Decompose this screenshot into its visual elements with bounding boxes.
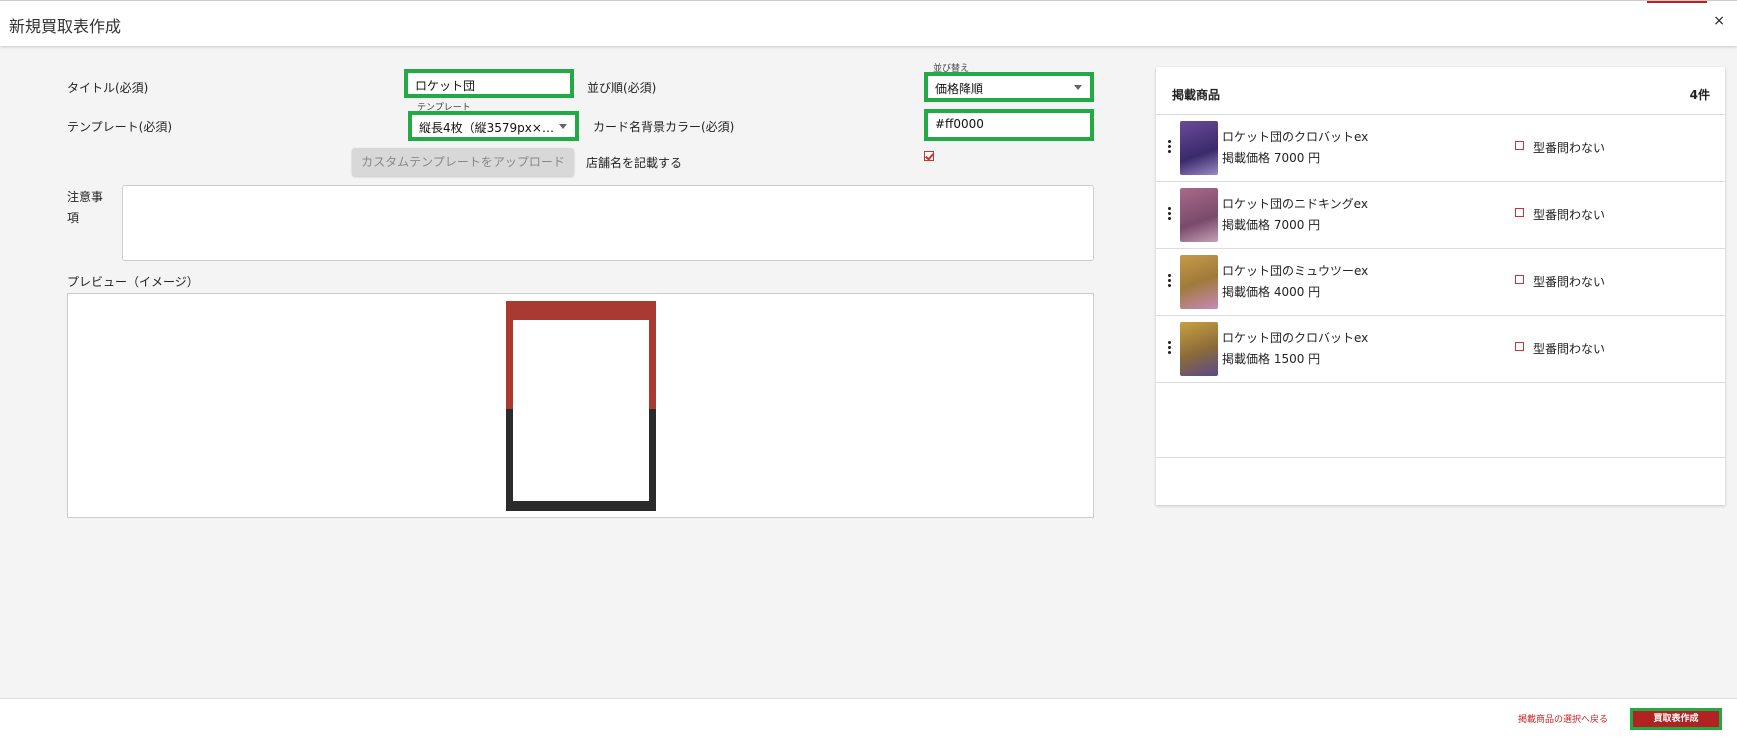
item-price: 掲載価格 7000 円 <box>1222 218 1321 232</box>
list-item: ロケット団のクロバットex 掲載価格 1500 円 型番問わない <box>1156 315 1725 382</box>
any-model-label: 型番問わない <box>1533 208 1606 222</box>
store-name-checkbox[interactable] <box>924 151 934 161</box>
any-model-label: 型番問わない <box>1533 275 1606 289</box>
notes-label-line2: 項 <box>67 211 80 225</box>
back-to-selection-link[interactable]: 掲載商品の選択へ戻る <box>1518 712 1608 725</box>
title-input-value: ロケット団 <box>415 79 476 93</box>
any-model-checkbox[interactable] <box>1515 275 1524 284</box>
item-price: 掲載価格 1500 円 <box>1222 352 1321 366</box>
panel-count: 4件 <box>1689 88 1710 102</box>
drag-handle-icon[interactable] <box>1168 341 1171 355</box>
any-model-checkbox[interactable] <box>1515 342 1524 351</box>
list-item: ロケット団のミュウツーex 掲載価格 4000 円 型番問わない <box>1156 248 1725 315</box>
store-name-label: 店舗名を記載する <box>586 156 683 170</box>
item-price: 掲載価格 4000 円 <box>1222 285 1321 299</box>
notes-textarea[interactable] <box>122 185 1094 261</box>
header-accent-line <box>1647 1 1707 3</box>
any-model-checkbox[interactable] <box>1515 208 1524 217</box>
upload-template-button[interactable]: カスタムテンプレートをアップロード <box>352 148 574 176</box>
bgcolor-label: カード名背景カラー(必須) <box>593 120 735 134</box>
bgcolor-input[interactable]: #ff0000 <box>924 109 1094 141</box>
list-item: ロケット団のニドキングex 掲載価格 7000 円 型番問わない <box>1156 181 1725 248</box>
sort-label: 並び順(必須) <box>587 81 657 95</box>
item-name: ロケット団のクロバットex <box>1222 331 1369 345</box>
any-model-label: 型番問わない <box>1533 141 1606 155</box>
title-input[interactable]: ロケット団 <box>404 69 574 98</box>
template-caption: テンプレート <box>417 103 471 113</box>
drag-handle-icon[interactable] <box>1168 140 1171 154</box>
any-model-label: 型番問わない <box>1533 342 1606 356</box>
panel-footer-divider <box>1156 457 1725 458</box>
dialog-title: 新規買取表作成 <box>9 17 122 36</box>
chevron-down-icon <box>1074 85 1082 90</box>
listed-products-panel: 掲載商品 4件 ロケット団のクロバットex 掲載価格 7000 円 型番問わない… <box>1156 67 1725 505</box>
chevron-down-icon <box>559 124 567 129</box>
item-name: ロケット団のニドキングex <box>1222 197 1368 211</box>
item-name: ロケット団のミュウツーex <box>1222 264 1369 278</box>
sort-caption: 並び替え <box>933 64 970 74</box>
notes-label-line1: 注意事 <box>67 190 104 204</box>
card-thumbnail <box>1180 121 1218 175</box>
item-price: 掲載価格 7000 円 <box>1222 151 1321 165</box>
close-icon[interactable]: × <box>1713 13 1725 29</box>
bgcolor-input-value: #ff0000 <box>935 117 984 131</box>
dialog-footer: 掲載商品の選択へ戻る 買取表作成 <box>0 698 1737 737</box>
preview-label: プレビュー（イメージ） <box>67 275 199 289</box>
any-model-checkbox[interactable] <box>1515 141 1524 150</box>
preview-area <box>67 293 1094 518</box>
list-end-divider <box>1156 382 1725 383</box>
list-item: ロケット団のクロバットex 掲載価格 7000 円 型番問わない <box>1156 114 1725 181</box>
drag-handle-icon[interactable] <box>1168 207 1171 221</box>
panel-title: 掲載商品 <box>1172 88 1221 102</box>
dialog-header: 新規買取表作成 × <box>0 0 1737 46</box>
template-select-value: 縦長4枚（縦3579px×… <box>419 121 554 135</box>
template-preview-image <box>506 301 656 511</box>
card-thumbnail <box>1180 322 1218 376</box>
template-label: テンプレート(必須) <box>67 120 173 134</box>
sort-select-value: 価格降順 <box>935 82 984 96</box>
template-select[interactable]: テンプレート 縦長4枚（縦3579px×… <box>408 103 579 141</box>
card-thumbnail <box>1180 188 1218 242</box>
card-thumbnail <box>1180 255 1218 309</box>
preview-card-slot <box>513 320 649 501</box>
create-button[interactable]: 買取表作成 <box>1630 708 1722 730</box>
drag-handle-icon[interactable] <box>1168 274 1171 288</box>
sort-select[interactable]: 並び替え 価格降順 <box>924 64 1094 102</box>
title-label: タイトル(必須) <box>67 81 149 95</box>
item-name: ロケット団のクロバットex <box>1222 130 1369 144</box>
